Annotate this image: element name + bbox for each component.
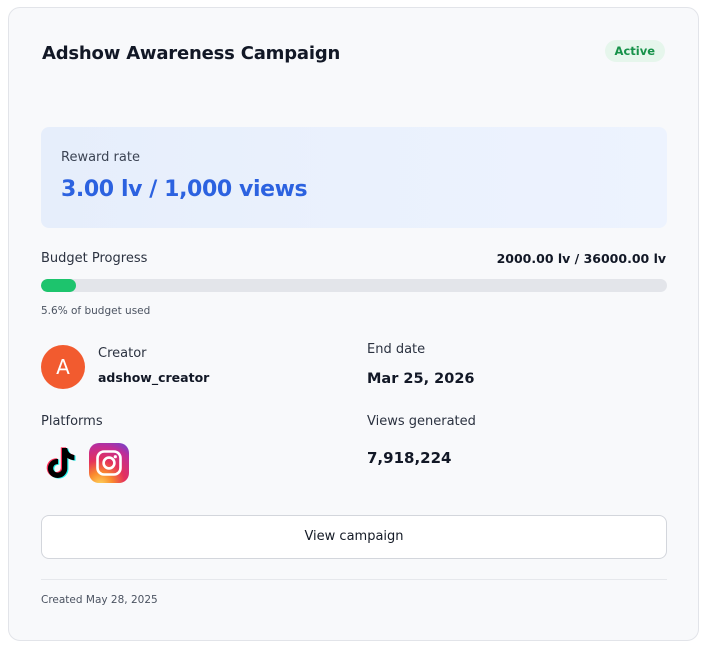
budget-progress-bar (41, 279, 667, 292)
platforms-label: Platforms (41, 414, 103, 429)
reward-rate-value: 3.00 lv / 1,000 views (61, 177, 308, 202)
reward-rate-label: Reward rate (61, 150, 140, 165)
campaign-title: Adshow Awareness Campaign (42, 43, 341, 64)
status-badge: Active (604, 40, 665, 62)
budget-progress-label: Budget Progress (41, 251, 148, 266)
tiktok-icon (46, 447, 76, 479)
campaign-card: Adshow Awareness Campaign Active Reward … (8, 7, 699, 641)
created-date: Created May 28, 2025 (41, 594, 158, 606)
end-date-value: Mar 25, 2026 (367, 371, 475, 387)
views-generated-value: 7,918,224 (367, 449, 452, 467)
views-generated-label: Views generated (367, 414, 476, 429)
view-campaign-button[interactable]: View campaign (41, 515, 667, 559)
reward-rate-panel: Reward rate 3.00 lv / 1,000 views (41, 127, 667, 228)
budget-amount: 2000.00 lv / 36000.00 lv (496, 251, 666, 266)
creator-name: adshow_creator (98, 370, 210, 385)
creator-label: Creator (98, 346, 147, 361)
instagram-icon (89, 443, 129, 483)
divider (41, 579, 667, 580)
budget-used-text: 5.6% of budget used (41, 305, 151, 317)
end-date-label: End date (367, 342, 426, 357)
avatar: A (41, 345, 85, 389)
budget-progress-fill (41, 279, 77, 292)
